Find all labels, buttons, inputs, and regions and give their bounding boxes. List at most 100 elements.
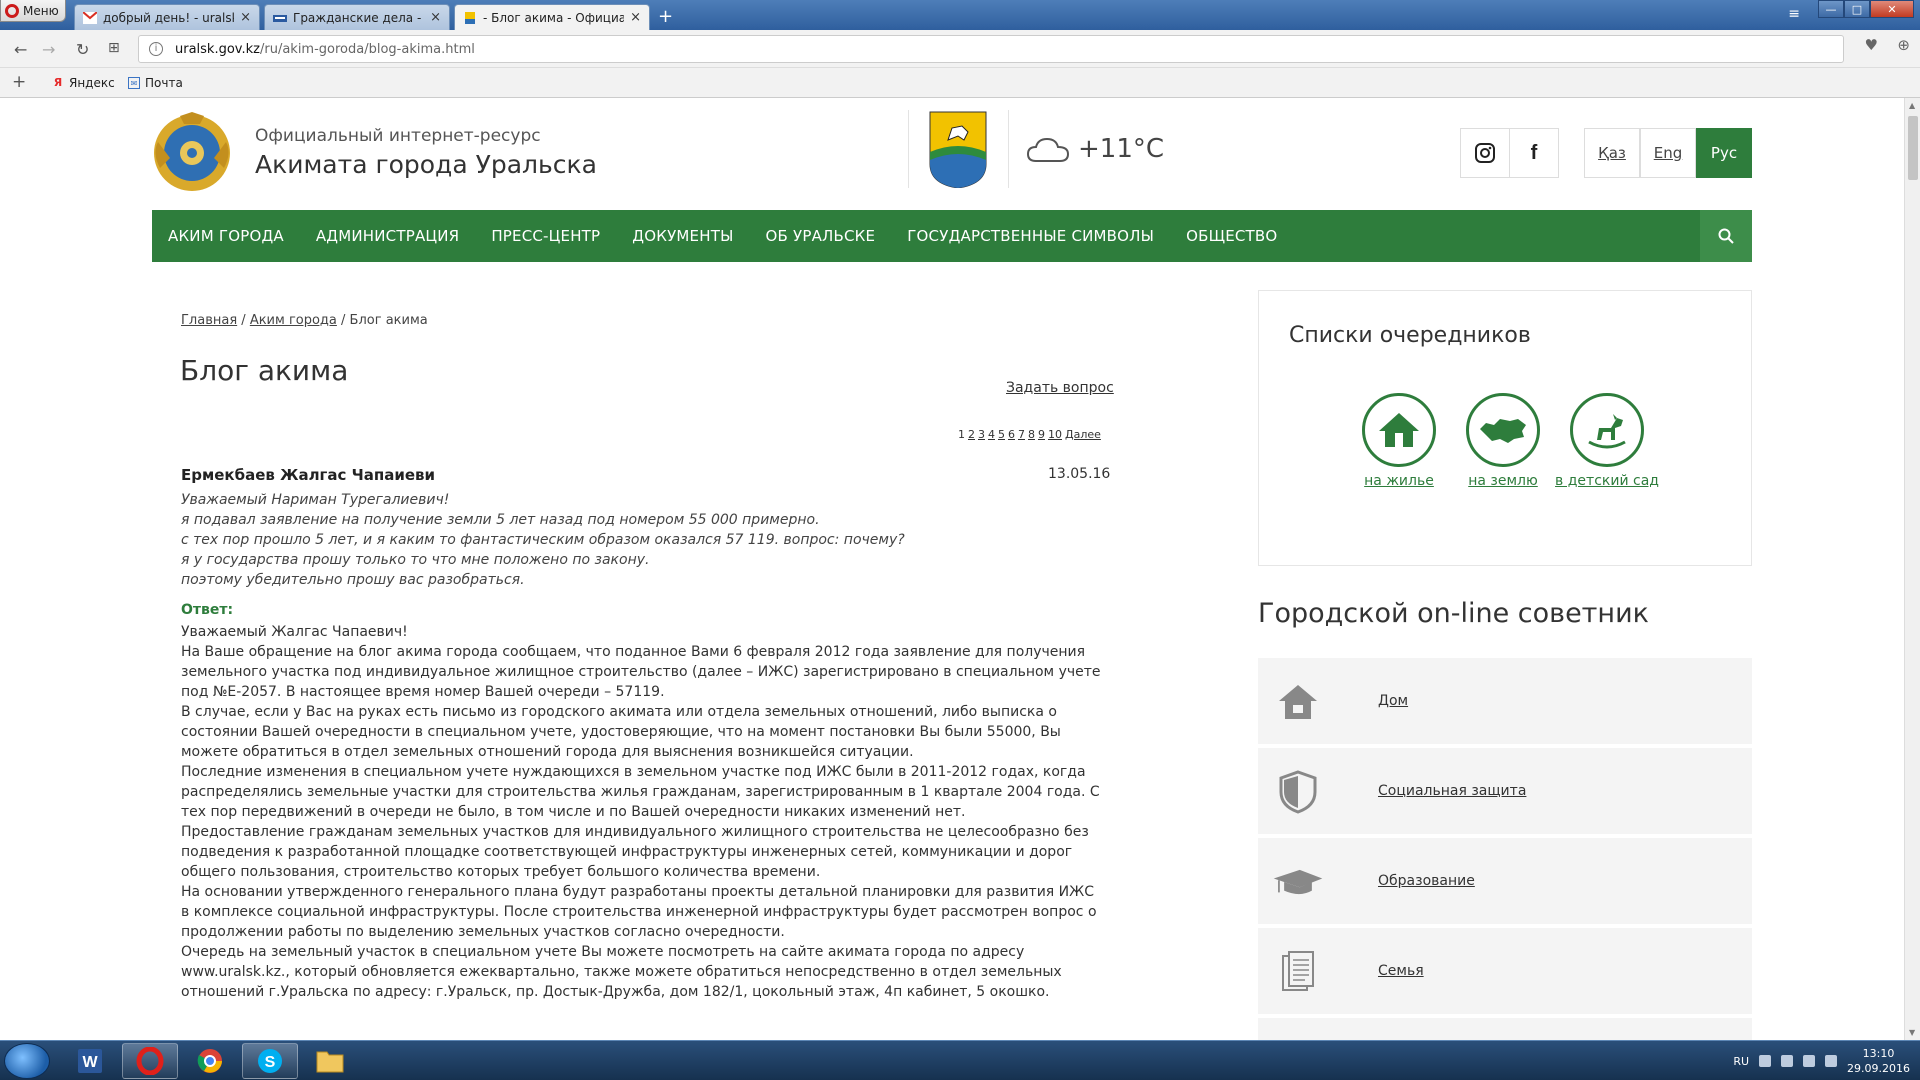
back-icon[interactable]: ← bbox=[14, 40, 27, 59]
browser-menu-button[interactable]: Меню bbox=[0, 0, 66, 22]
house-icon bbox=[1362, 393, 1436, 467]
page-link[interactable]: 8 bbox=[1028, 428, 1035, 441]
page-link[interactable]: 10 bbox=[1048, 428, 1062, 441]
start-button[interactable] bbox=[4, 1043, 50, 1079]
volume-icon[interactable] bbox=[1825, 1055, 1838, 1067]
queue-label[interactable]: в детский сад bbox=[1555, 473, 1659, 490]
menu-press-center[interactable]: ПРЕСС-ЦЕНТР bbox=[475, 227, 616, 245]
page-link[interactable]: 9 bbox=[1038, 428, 1045, 441]
instagram-button[interactable] bbox=[1460, 128, 1510, 178]
bookmark-yandex[interactable]: Я Яндекс bbox=[52, 76, 115, 90]
security-icon[interactable] bbox=[1759, 1055, 1772, 1067]
advisor-item-social-protection[interactable]: Социальная защита bbox=[1258, 748, 1752, 836]
queue-label[interactable]: на землю bbox=[1451, 473, 1555, 490]
maximize-button[interactable]: □ bbox=[1844, 0, 1870, 18]
advisor-title: Городской on-line советник bbox=[1258, 598, 1649, 629]
window-controls: — □ ✕ bbox=[1818, 0, 1914, 18]
opera-taskbar-button[interactable] bbox=[122, 1043, 178, 1079]
menu-administration[interactable]: АДМИНИСТРАЦИЯ bbox=[300, 227, 475, 245]
download-icon[interactable]: ⊕ bbox=[1897, 36, 1910, 54]
breadcrumb-home[interactable]: Главная bbox=[181, 313, 237, 328]
answer-paragraph: Предоставление гражданам земельных участ… bbox=[181, 824, 1089, 880]
post-answer: Уважаемый Жалгас Чапаевич! На Ваше обращ… bbox=[181, 622, 1101, 1002]
queue-housing[interactable]: на жилье bbox=[1347, 393, 1451, 490]
page-link[interactable]: 5 bbox=[998, 428, 1005, 441]
menu-society[interactable]: ОБЩЕСТВО bbox=[1170, 227, 1293, 245]
gmail-icon bbox=[83, 11, 97, 24]
weather-widget: +11°C bbox=[1026, 134, 1164, 164]
breadcrumb-akim[interactable]: Аким города bbox=[250, 313, 337, 328]
bookmark-label: Яндекс bbox=[69, 76, 115, 90]
address-bar[interactable]: i uralsk.gov.kz/ru/akim-goroda/blog-akim… bbox=[138, 35, 1844, 63]
page-link[interactable]: 3 bbox=[978, 428, 985, 441]
input-language[interactable]: RU bbox=[1733, 1055, 1749, 1068]
page-next-link[interactable]: Далее bbox=[1065, 428, 1101, 441]
lang-rus[interactable]: Рус bbox=[1696, 128, 1752, 178]
rocking-horse-icon bbox=[1570, 393, 1644, 467]
lang-eng[interactable]: Eng bbox=[1640, 128, 1696, 178]
advisor-item-more[interactable] bbox=[1258, 1018, 1752, 1040]
advisor-link[interactable]: Семья bbox=[1378, 963, 1424, 979]
tab-civil-cases[interactable]: Гражданские дела - сен × bbox=[264, 4, 450, 30]
add-bookmark-icon[interactable]: + bbox=[12, 72, 26, 92]
menu-about-uralsk[interactable]: ОБ УРАЛЬСКЕ bbox=[750, 227, 892, 245]
advisor-link[interactable]: Образование bbox=[1378, 873, 1475, 889]
menu-akim[interactable]: АКИМ ГОРОДА bbox=[152, 227, 300, 245]
word-taskbar-button[interactable]: W bbox=[62, 1043, 118, 1079]
ask-question-link[interactable]: Задать вопрос bbox=[1006, 380, 1114, 396]
word-icon: W bbox=[78, 1049, 102, 1073]
tab-menu-icon[interactable]: ≡ bbox=[1788, 6, 1800, 22]
advisor-item-home[interactable]: Дом bbox=[1258, 658, 1752, 746]
scrollbar-thumb[interactable] bbox=[1908, 116, 1918, 180]
close-window-button[interactable]: ✕ bbox=[1870, 0, 1914, 18]
new-tab-button[interactable]: + bbox=[658, 6, 673, 27]
queue-kindergarten[interactable]: в детский сад bbox=[1555, 393, 1659, 490]
site-info-icon[interactable]: i bbox=[149, 42, 163, 56]
system-tray: RU 13:10 29.09.2016 bbox=[1733, 1041, 1910, 1080]
close-icon[interactable]: × bbox=[240, 10, 251, 25]
queue-label[interactable]: на жилье bbox=[1347, 473, 1451, 490]
minimize-button[interactable]: — bbox=[1818, 0, 1844, 18]
network-icon[interactable] bbox=[1781, 1055, 1794, 1067]
tab-akim-blog[interactable]: - Блог акима - Официаль × bbox=[454, 4, 650, 30]
search-button[interactable] bbox=[1700, 210, 1752, 262]
reload-icon[interactable]: ↻ bbox=[76, 40, 89, 59]
page-link[interactable]: 2 bbox=[968, 428, 975, 441]
browser-nav-bar: ← → ↻ ⊞ i uralsk.gov.kz/ru/akim-goroda/b… bbox=[0, 30, 1920, 68]
explorer-taskbar-button[interactable] bbox=[302, 1043, 358, 1079]
clock[interactable]: 13:10 29.09.2016 bbox=[1847, 1046, 1910, 1076]
speed-dial-icon[interactable]: ⊞ bbox=[108, 40, 120, 56]
advisor-link[interactable]: Социальная защита bbox=[1378, 783, 1526, 799]
close-icon[interactable]: × bbox=[430, 10, 441, 25]
page-link[interactable]: 7 bbox=[1018, 428, 1025, 441]
page-link[interactable]: 6 bbox=[1008, 428, 1015, 441]
chrome-taskbar-button[interactable] bbox=[182, 1043, 238, 1079]
site-title[interactable]: Акимата города Уральска bbox=[255, 150, 597, 179]
advisor-link[interactable]: Дом bbox=[1378, 693, 1408, 709]
close-icon[interactable]: × bbox=[630, 10, 641, 25]
page-scrollbar[interactable]: ▲ ▼ bbox=[1904, 98, 1920, 1040]
question-line: с тех пор прошло 5 лет, и я каким то фан… bbox=[181, 532, 905, 548]
flag-icon[interactable] bbox=[1803, 1055, 1816, 1067]
bookmarks-bar: + Я Яндекс ✉ Почта bbox=[0, 68, 1920, 98]
lang-kaz[interactable]: Қаз bbox=[1584, 128, 1640, 178]
forward-icon[interactable]: → bbox=[42, 40, 55, 59]
advisor-item-family[interactable]: Семья bbox=[1258, 928, 1752, 1016]
heart-icon[interactable]: ♥ bbox=[1865, 36, 1878, 54]
tab-gmail[interactable]: добрый день! - uralskwe × bbox=[74, 4, 260, 30]
bookmark-mail[interactable]: ✉ Почта bbox=[128, 76, 183, 90]
instagram-icon bbox=[1475, 143, 1495, 163]
facebook-button[interactable]: f bbox=[1509, 128, 1559, 178]
menu-documents[interactable]: ДОКУМЕНТЫ bbox=[616, 227, 749, 245]
scroll-up-icon[interactable]: ▲ bbox=[1909, 101, 1915, 110]
scroll-down-icon[interactable]: ▼ bbox=[1909, 1028, 1915, 1037]
queue-lists-title: Списки очередников bbox=[1289, 323, 1531, 348]
kazakhstan-emblem-logo[interactable] bbox=[150, 112, 234, 194]
page-link[interactable]: 4 bbox=[988, 428, 995, 441]
menu-state-symbols[interactable]: ГОСУДАРСТВЕННЫЕ СИМВОЛЫ bbox=[891, 227, 1170, 245]
advisor-item-education[interactable]: Образование bbox=[1258, 838, 1752, 926]
queue-land[interactable]: на землю bbox=[1451, 393, 1555, 490]
post-author: Ермекбаев Жалгас Чапаиеви bbox=[181, 466, 436, 484]
skype-taskbar-button[interactable]: S bbox=[242, 1043, 298, 1079]
question-line: поэтому убедительно прошу вас разобратьс… bbox=[181, 572, 525, 588]
